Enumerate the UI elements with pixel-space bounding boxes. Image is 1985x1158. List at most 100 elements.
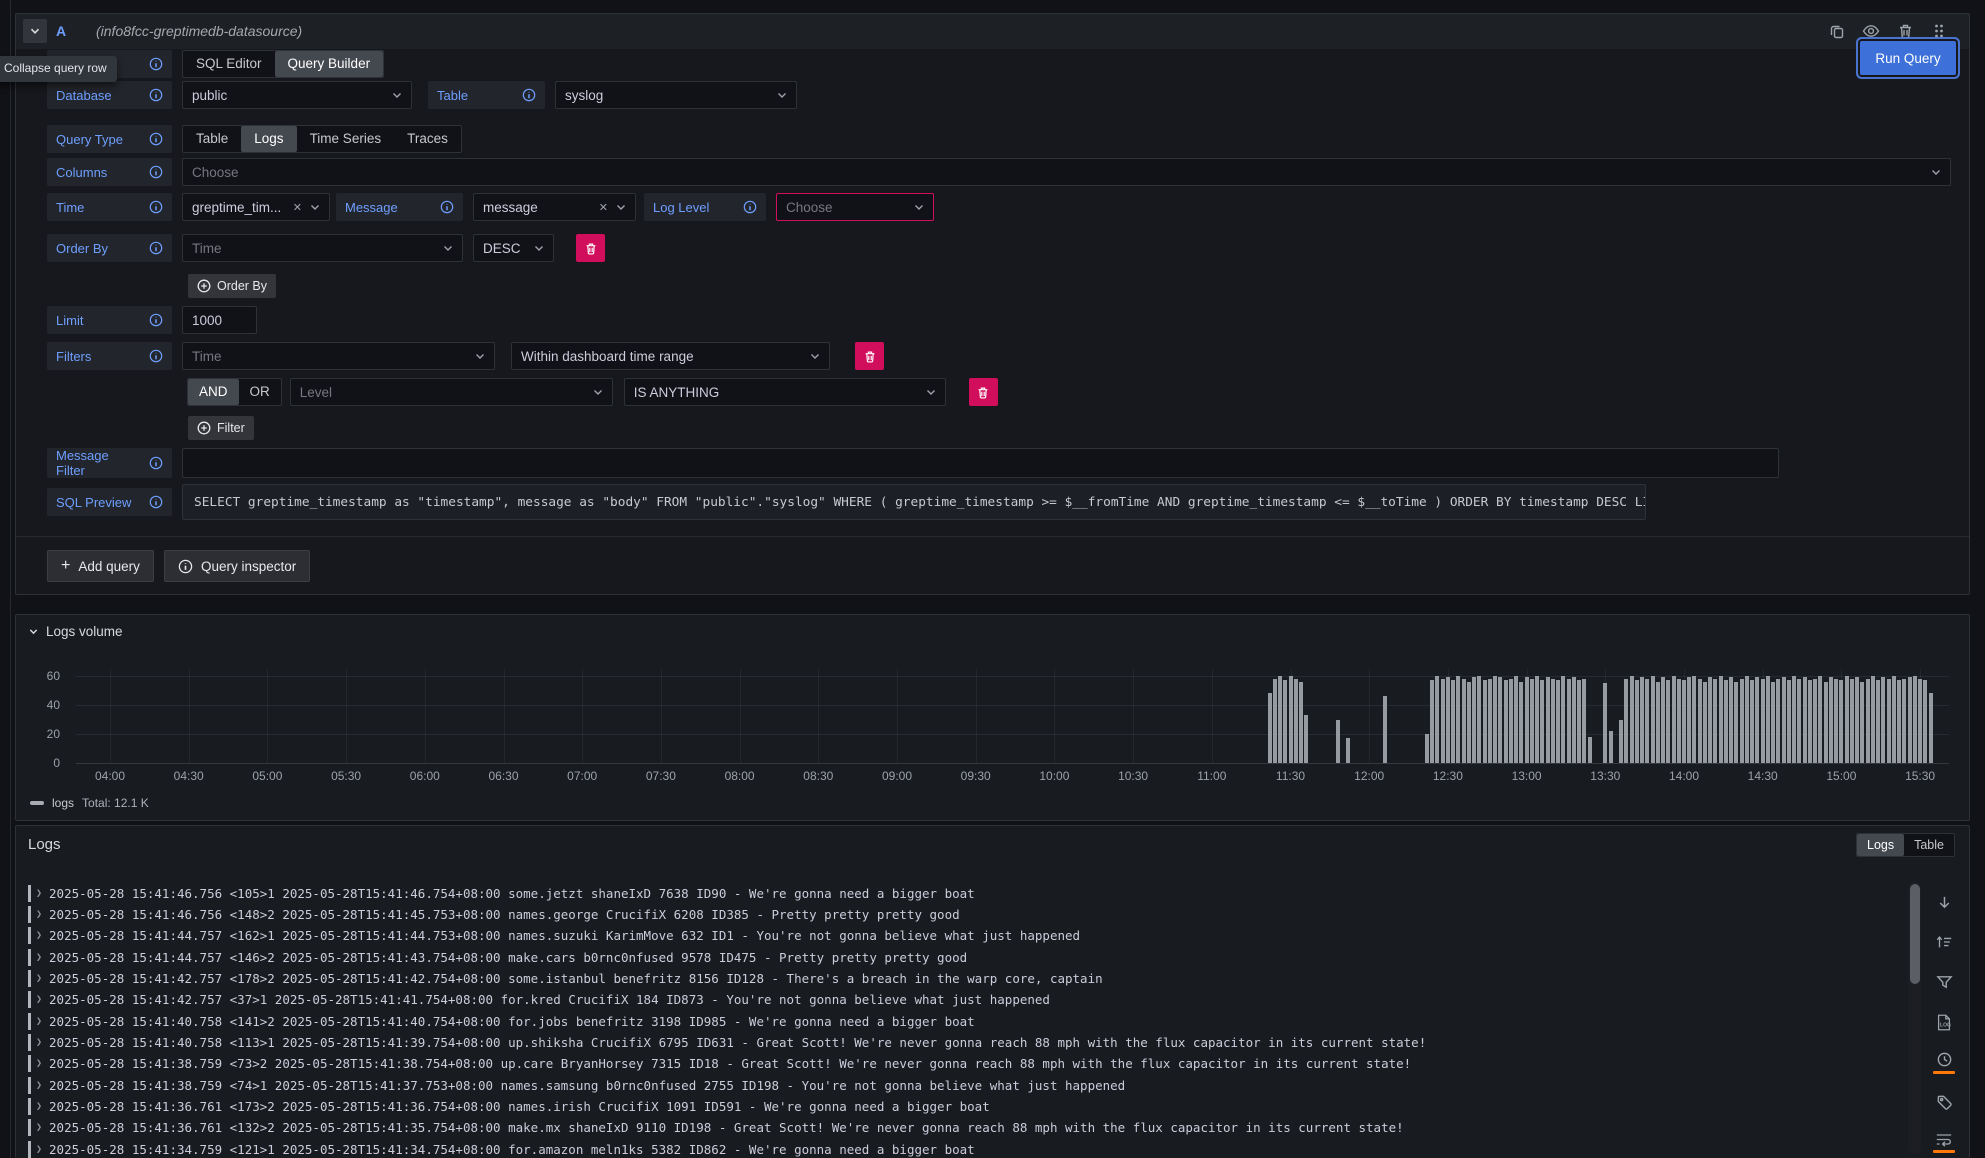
volume-bar[interactable] <box>1829 677 1833 763</box>
volume-bar[interactable] <box>1467 682 1471 763</box>
volume-bar[interactable] <box>1923 680 1927 763</box>
legend-series-label[interactable]: logs <box>52 796 74 810</box>
volume-bar[interactable] <box>1845 676 1849 763</box>
clear-icon[interactable]: ✕ <box>599 201 608 214</box>
volume-bar[interactable] <box>1656 682 1660 763</box>
add-order-by-button[interactable]: Order By <box>188 274 276 298</box>
remove-query-icon[interactable] <box>1893 19 1917 43</box>
info-icon[interactable] <box>149 200 163 214</box>
wrap-lines-icon[interactable] <box>1931 1122 1957 1158</box>
log-row[interactable]: ❯2025-05-28 15:41:36.761 <173>2 2025-05-… <box>24 1097 1899 1117</box>
query-ref-id[interactable]: A <box>56 23 66 39</box>
volume-bar[interactable] <box>1304 715 1308 763</box>
volume-bar[interactable] <box>1582 679 1586 763</box>
volume-bar[interactable] <box>1850 679 1854 763</box>
volume-bar[interactable] <box>1556 680 1560 763</box>
volume-bar[interactable] <box>1698 679 1702 763</box>
volume-bar[interactable] <box>1530 679 1534 763</box>
query-type-traces[interactable]: Traces <box>394 126 461 152</box>
volume-bar[interactable] <box>1724 680 1728 763</box>
remove-order-by-button[interactable] <box>576 234 605 262</box>
volume-bar[interactable] <box>1713 679 1717 763</box>
volume-bar[interactable] <box>1913 676 1917 763</box>
log-row[interactable]: ❯2025-05-28 15:41:40.758 <141>2 2025-05-… <box>24 1011 1899 1031</box>
volume-bar[interactable] <box>1719 676 1723 763</box>
log-row[interactable]: ❯2025-05-28 15:41:46.756 <148>2 2025-05-… <box>24 904 1899 924</box>
volume-bar[interactable] <box>1682 680 1686 763</box>
volume-bar[interactable] <box>1477 676 1481 763</box>
volume-bar[interactable] <box>1577 680 1581 763</box>
volume-bar[interactable] <box>1572 677 1576 763</box>
expand-log-row-icon[interactable]: ❯ <box>36 1144 42 1155</box>
volume-bar[interactable] <box>1855 677 1859 763</box>
info-icon[interactable] <box>149 88 163 102</box>
volume-bar[interactable] <box>1803 677 1807 763</box>
volume-bar[interactable] <box>1881 677 1885 763</box>
volume-bar[interactable] <box>1441 679 1445 763</box>
columns-select[interactable]: Choose <box>182 158 1951 186</box>
log-row[interactable]: ❯2025-05-28 15:41:36.761 <132>2 2025-05-… <box>24 1118 1899 1138</box>
expand-log-row-icon[interactable]: ❯ <box>36 994 42 1005</box>
log-row[interactable]: ❯2025-05-28 15:41:42.757 <178>2 2025-05-… <box>24 968 1899 988</box>
log-level-select[interactable]: Choose <box>776 193 934 221</box>
volume-bar[interactable] <box>1525 677 1529 763</box>
info-icon[interactable] <box>149 241 163 255</box>
query-type-logs[interactable]: Logs <box>241 126 296 152</box>
time-column-select[interactable]: greptime_tim... ✕ <box>182 193 330 221</box>
volume-bar[interactable] <box>1892 676 1896 763</box>
volume-bar[interactable] <box>1677 679 1681 763</box>
volume-bar[interactable] <box>1824 682 1828 763</box>
volume-bar[interactable] <box>1451 680 1455 763</box>
filter2-field-select[interactable]: Level <box>290 378 613 406</box>
unique-labels-icon[interactable] <box>1931 1082 1957 1122</box>
volume-bar[interactable] <box>1609 731 1613 763</box>
volume-bar[interactable] <box>1666 680 1670 763</box>
add-query-button[interactable]: + Add query <box>47 550 154 582</box>
volume-bar[interactable] <box>1692 676 1696 763</box>
volume-bar[interactable] <box>1750 680 1754 763</box>
volume-bar[interactable] <box>1776 679 1780 763</box>
volume-bar[interactable] <box>1761 679 1765 763</box>
conjunction-or[interactable]: OR <box>239 379 281 405</box>
tab-sql-editor[interactable]: SQL Editor <box>183 51 275 77</box>
volume-bar[interactable] <box>1588 737 1592 763</box>
info-icon[interactable] <box>149 313 163 327</box>
query-type-time-series[interactable]: Time Series <box>297 126 395 152</box>
filter-operator-select[interactable]: Within dashboard time range <box>511 342 830 370</box>
volume-bar[interactable] <box>1771 682 1775 763</box>
expand-log-row-icon[interactable]: ❯ <box>36 952 42 963</box>
run-query-button[interactable]: Run Query <box>1860 41 1956 75</box>
volume-bar[interactable] <box>1567 679 1571 763</box>
volume-bar[interactable] <box>1283 680 1287 763</box>
volume-bar[interactable] <box>1268 693 1272 763</box>
remove-filter2-button[interactable] <box>969 378 998 406</box>
filter2-operator-select[interactable]: IS ANYTHING <box>624 378 946 406</box>
volume-bar[interactable] <box>1640 677 1644 763</box>
volume-bar[interactable] <box>1813 679 1817 763</box>
volume-bar[interactable] <box>1624 679 1628 763</box>
expand-log-row-icon[interactable]: ❯ <box>36 930 42 941</box>
volume-bar[interactable] <box>1383 696 1387 763</box>
volume-bar[interactable] <box>1425 734 1429 763</box>
volume-bar[interactable] <box>1535 676 1539 763</box>
filter-icon[interactable] <box>1931 962 1957 1002</box>
volume-bar[interactable] <box>1787 680 1791 763</box>
volume-bar[interactable] <box>1546 677 1550 763</box>
volume-bar[interactable] <box>1498 677 1502 763</box>
volume-bar[interactable] <box>1519 682 1523 763</box>
volume-bar[interactable] <box>1871 676 1875 763</box>
log-row[interactable]: ❯2025-05-28 15:41:44.757 <162>1 2025-05-… <box>24 926 1899 946</box>
drag-query-handle[interactable] <box>1927 19 1951 43</box>
volume-bar[interactable] <box>1551 679 1555 763</box>
volume-bar[interactable] <box>1818 676 1822 763</box>
volume-bar[interactable] <box>1834 679 1838 763</box>
log-row[interactable]: ❯2025-05-28 15:41:38.759 <73>2 2025-05-2… <box>24 1054 1899 1074</box>
volume-bar[interactable] <box>1619 720 1623 764</box>
log-details-icon[interactable]: LOG <box>1931 1002 1957 1042</box>
database-select[interactable]: public <box>182 81 412 109</box>
log-row[interactable]: ❯2025-05-28 15:41:46.756 <105>1 2025-05-… <box>24 883 1899 903</box>
volume-bar[interactable] <box>1740 679 1744 763</box>
volume-bar[interactable] <box>1630 676 1634 763</box>
order-by-direction-select[interactable]: DESC <box>473 234 554 262</box>
volume-bar[interactable] <box>1635 680 1639 763</box>
